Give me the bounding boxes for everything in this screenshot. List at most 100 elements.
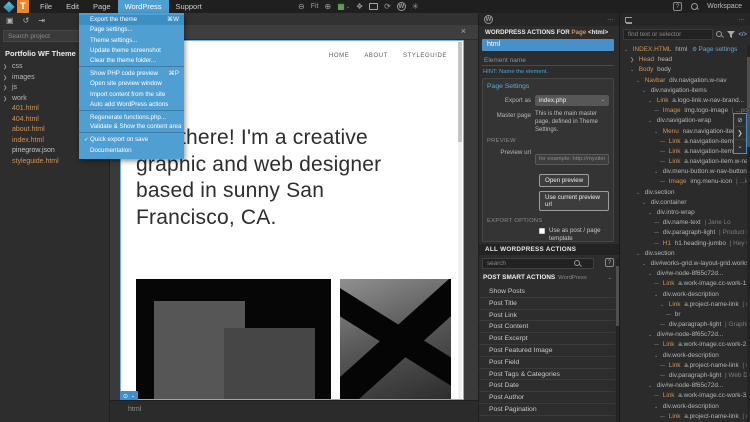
tree-expand-icon[interactable]: ❯ — [630, 55, 637, 65]
tree-expand-icon[interactable]: ⌄ — [648, 208, 655, 218]
wordpress-menu-item[interactable]: ✓ Regenerate functions.php... — [79, 113, 184, 123]
tree-expand-icon[interactable]: — — [654, 391, 661, 401]
tree-expand-icon[interactable]: ⌄ — [654, 167, 661, 177]
hide-element-icon[interactable]: ⊘ — [734, 114, 746, 127]
tree-expand-icon[interactable]: ⌄ — [642, 86, 649, 96]
page-view-close-icon[interactable]: × — [461, 26, 466, 36]
tree-expand-icon[interactable]: ⌄ — [654, 351, 661, 361]
smart-action-item[interactable]: Post Author — [479, 392, 615, 404]
tree-expand-icon[interactable]: ⌄ — [654, 127, 661, 137]
tree-node[interactable]: ⌄ div.container ⚙ — [620, 198, 750, 208]
refresh-icon[interactable]: ⟳ — [384, 0, 391, 13]
tree-node[interactable]: ⌄ div.section ⚙ — [620, 188, 750, 198]
tree-node[interactable]: ⌄ div.navigation-wrap ⚙ — [620, 116, 750, 126]
tree-node[interactable]: — div.paragraph-light | Graphic D ⚙ — [620, 320, 750, 330]
tree-expand-icon[interactable]: — — [654, 239, 661, 249]
tree-node[interactable]: ⌄ div.navigation-items ⚙ — [620, 86, 750, 96]
undo-icon[interactable]: ↺ — [23, 16, 30, 25]
tree-node[interactable]: ⌄ div#works-grid.w-layout-grid.works-gri… — [620, 259, 750, 269]
page-scrollbar-thumb[interactable] — [458, 42, 462, 142]
grid-view-button[interactable]: ▦ ⌄ — [337, 0, 350, 13]
tree-expand-icon[interactable]: — — [654, 279, 661, 289]
panel-menu-icon[interactable]: ⋯ — [607, 16, 614, 24]
tree-expand-icon[interactable]: — — [654, 218, 661, 228]
expand-node-icon[interactable]: ❯ — [734, 127, 746, 140]
tree-node[interactable]: — br ⚙ — [620, 310, 750, 320]
menubar-menu[interactable]: WordPress — [117, 0, 169, 13]
wordpress-menu-item[interactable]: ✓ Quick export on save — [79, 135, 184, 145]
tree-expand-icon[interactable]: ⌄ — [636, 188, 643, 198]
tree-expand-icon[interactable]: ⌄ — [654, 290, 661, 300]
tree-expand-icon[interactable]: ⌄ — [648, 96, 655, 106]
magic-wand-icon[interactable]: ✳ — [412, 0, 419, 13]
element-path[interactable]: html — [128, 406, 141, 413]
menubar-menu[interactable]: Page — [86, 0, 118, 13]
page-nav-link[interactable]: STYLEGUIDE — [403, 53, 447, 59]
open-preview-button[interactable]: Open preview — [539, 174, 590, 188]
tree-expand-icon[interactable]: — — [654, 340, 661, 350]
tree-node[interactable]: ⌄ INDEX.HTML html ⚙ Page settings — [620, 45, 750, 55]
export-as-select[interactable]: index.php ⌄ — [535, 95, 609, 106]
work-image-1[interactable] — [136, 279, 331, 399]
tree-node[interactable]: — div.name-text | Jane Lo ⚙ — [620, 218, 750, 228]
tree-node[interactable]: — Link a.project-name-link | wor ⚙ — [620, 361, 750, 371]
tree-expand-icon[interactable]: ⌄ — [648, 330, 655, 340]
tree-node[interactable]: ⌄ Link a.project-name-link | wor ⚙ — [620, 300, 750, 310]
export-icon[interactable]: ⇥ — [38, 16, 45, 25]
tree-expand-icon[interactable]: — — [660, 361, 667, 371]
preview-url-input[interactable] — [535, 153, 609, 165]
smart-action-item[interactable]: Post Title — [479, 298, 615, 310]
tree-expand-icon[interactable]: — — [660, 177, 667, 187]
use-current-preview-url-button[interactable]: Use current preview url — [539, 191, 609, 212]
smart-action-item[interactable]: Post Pagination — [479, 404, 615, 416]
zoom-in-icon[interactable]: ⊕ — [324, 0, 331, 13]
wordpress-menu-item[interactable]: ✓ Open site preview window — [79, 79, 184, 89]
tree-expand-icon[interactable]: ⌄ — [642, 259, 649, 269]
tree-node[interactable]: ⌄ div#w-node-8f65c72d... ⚙ — [620, 330, 750, 340]
tree-node[interactable]: ⌄ Navbar div.navigation.w-nav ⚙ — [620, 76, 750, 86]
tree-expand-icon[interactable]: ⌄ — [624, 45, 631, 55]
tree-expand-icon[interactable]: ⌄ — [636, 249, 643, 259]
tree-expand-icon[interactable]: ⌄ — [648, 116, 655, 126]
smart-action-item[interactable]: Show Posts — [479, 286, 615, 298]
smart-action-item[interactable]: Post Tags & Categories — [479, 369, 615, 381]
pinegrow-logo-icon[interactable] — [3, 0, 15, 13]
preview-monitor-icon[interactable] — [369, 3, 379, 10]
tree-node[interactable]: — H1 h1.heading-jumbo | Hey there ⚙ — [620, 239, 750, 249]
tree-node[interactable]: ⌄ Menu nav.navigation-items.w-nav... ⚙ — [620, 127, 750, 137]
tree-node[interactable]: ⌄ div.menu-button.w-nav-button ⚙ — [620, 167, 750, 177]
tree-expand-icon[interactable]: ⌄ — [642, 198, 649, 208]
wordpress-menu-item[interactable]: ✓ Validate & Show the content area — [79, 123, 184, 134]
tree-node[interactable]: — Image img.logo-image | ...portfoli ⚙ — [620, 106, 750, 116]
wordpress-menu-item[interactable]: ✓ Update theme screenshot — [79, 46, 184, 56]
help-icon[interactable]: ? — [673, 2, 683, 11]
tree-expand-icon[interactable]: — — [660, 147, 667, 157]
tree-node[interactable]: ⌄ div#w-node-8f65c72d... ⚙ — [620, 269, 750, 279]
wordpress-menu-item[interactable]: ✓ Clear the theme folder... — [79, 57, 184, 67]
tree-node[interactable]: ⌄ Body body ⚙ — [620, 65, 750, 75]
tree-node[interactable]: — Image img.menu-icon | ...icon ⚙ — [620, 177, 750, 187]
wordpress-menu-item[interactable]: ✓ Documentation — [79, 146, 184, 156]
menubar-menu[interactable]: File — [33, 0, 59, 13]
tree-expand-icon[interactable]: ⌄ — [654, 402, 661, 412]
tree-node[interactable]: — Link a.work-image.cc-work-3... | v ⚙ — [620, 391, 750, 401]
menubar-menu[interactable]: Support — [169, 0, 209, 13]
panel-menu-icon[interactable]: ⋯ — [738, 16, 745, 24]
tree-expand-icon[interactable]: — — [654, 228, 661, 238]
actions-help-icon[interactable]: ? — [605, 258, 614, 267]
theme-logo-tile[interactable]: T — [17, 0, 29, 13]
tree-node[interactable]: — Link a.navigation-item.w-nav-li... ⚙ — [620, 137, 750, 147]
tree-node[interactable]: ⌄ div.work-description ⚙ — [620, 351, 750, 361]
tree-node[interactable]: ⌄ div#w-node-8f65c72d... ⚙ — [620, 381, 750, 391]
collapse-node-icon[interactable]: ⌄ — [734, 140, 746, 153]
smart-action-item[interactable]: Post Excerpt — [479, 333, 615, 345]
menubar-menu[interactable]: Edit — [59, 0, 86, 13]
tree-expand-icon[interactable]: ⌄ — [636, 76, 643, 86]
zoom-fit-button[interactable]: Fit — [311, 3, 319, 10]
tree-node[interactable]: — div.paragraph-light | Product Des ⚙ — [620, 228, 750, 238]
project-archive-icon[interactable]: ▣ — [6, 16, 14, 25]
page-nav-link[interactable]: ABOUT — [364, 53, 388, 59]
post-smart-actions-group[interactable]: POST SMART ACTIONS WordPress ⌄ — [483, 274, 612, 281]
tree-node[interactable]: — Link a.work-image.cc-work-1... | v ⚙ — [620, 279, 750, 289]
page-scrollbar[interactable] — [458, 42, 462, 399]
